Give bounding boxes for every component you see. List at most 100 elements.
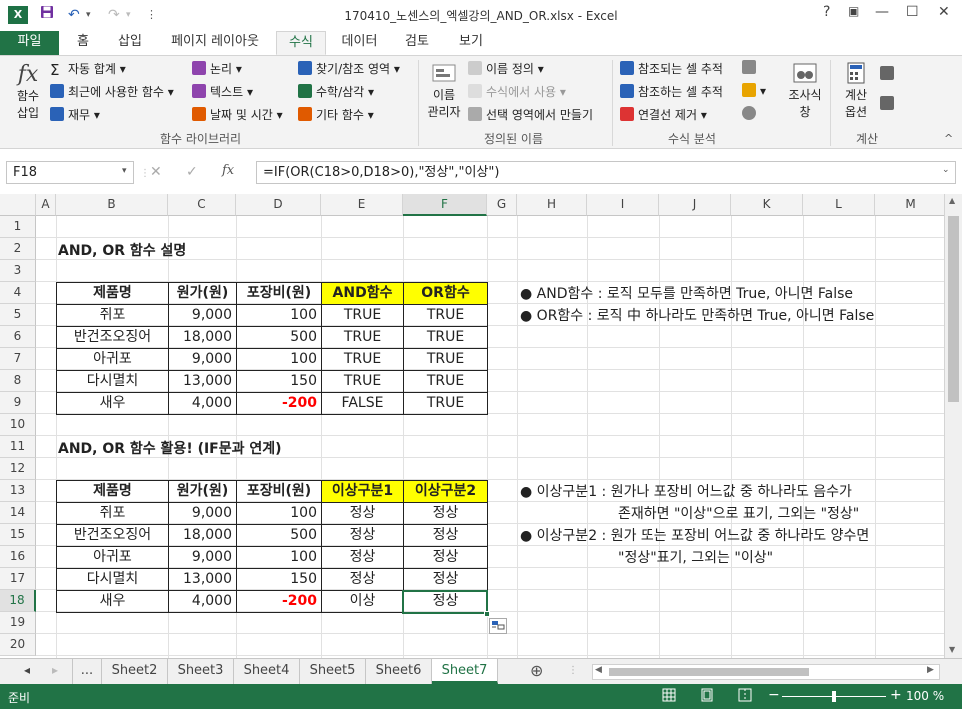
column-header-m[interactable]: M [875,194,944,216]
sheet-tab-5[interactable]: Sheet5 [300,659,366,684]
trace-precedents-button[interactable]: 참조되는 셀 추적 [620,60,723,77]
row-header-20[interactable]: 20 [0,634,36,656]
row-header-7[interactable]: 7 [0,348,36,370]
table-cell[interactable]: 새우 [56,590,169,613]
column-header-a[interactable]: A [36,194,56,216]
column-header-k[interactable]: K [731,194,803,216]
autosum-button[interactable]: Σ 자동 합계 ▾ [50,60,126,79]
tab-split-icon[interactable]: ⋮ [568,665,578,676]
insert-function-button[interactable]: fx 함수 삽입 [8,62,48,121]
add-sheet-icon[interactable]: ⊕ [530,661,543,680]
formula-input[interactable]: =IF(OR(C18>0,D18>0),"정상","이상") [256,161,956,184]
sheet-tab-more[interactable]: ... [72,659,102,684]
row-header-1[interactable]: 1 [0,216,36,238]
tab-formulas[interactable]: 수식 [276,31,326,55]
column-header-b[interactable]: B [56,194,168,216]
table-cell[interactable]: TRUE [403,326,488,349]
table-cell[interactable]: 다시멸치 [56,370,169,393]
row-header-11[interactable]: 11 [0,436,36,458]
row-header-17[interactable]: 17 [0,568,36,590]
sheet-tab-7[interactable]: Sheet7 [432,659,498,684]
scroll-right-icon[interactable]: ▶ [927,665,934,675]
tab-view[interactable]: 보기 [448,31,494,55]
cancel-icon[interactable]: ✕ [150,164,162,180]
row-header-3[interactable]: 3 [0,260,36,282]
table-cell[interactable]: -200 [236,392,322,415]
table-cell[interactable]: 아귀포 [56,348,169,371]
table-cell[interactable]: 500 [236,326,322,349]
tab-file[interactable]: 파일 [0,31,59,55]
table-cell[interactable]: 100 [236,304,322,327]
scroll-thumb[interactable] [948,216,959,402]
row-header-15[interactable]: 15 [0,524,36,546]
sheet-tab-6[interactable]: Sheet6 [366,659,432,684]
table-cell[interactable]: 반건조오징어 [56,524,169,547]
page-break-view-icon[interactable] [738,688,752,705]
expand-formula-bar-icon[interactable]: ⌄ [942,165,950,175]
column-header-l[interactable]: L [803,194,875,216]
table-cell[interactable]: 쥐포 [56,502,169,525]
scroll-left-icon[interactable]: ◀ [595,665,602,675]
row-header-2[interactable]: 2 [0,238,36,260]
sheet-tab-3[interactable]: Sheet3 [168,659,234,684]
table-cell[interactable]: 쥐포 [56,304,169,327]
row-header-12[interactable]: 12 [0,458,36,480]
sheet-prev-icon[interactable]: ◂ [24,663,30,677]
column-header-e[interactable]: E [321,194,403,216]
logical-button[interactable]: 논리 ▾ [192,60,242,77]
close-button[interactable]: ✕ [938,4,950,20]
tab-home[interactable]: 홈 [64,31,102,55]
zoom-out-button[interactable]: − [768,687,780,703]
table-cell[interactable]: 13,000 [168,370,237,393]
row-header-6[interactable]: 6 [0,326,36,348]
datetime-button[interactable]: 날짜 및 시간 ▾ [192,106,283,123]
column-header-j[interactable]: J [659,194,731,216]
column-header-h[interactable]: H [517,194,587,216]
calculation-options-button[interactable]: 계산 옵션 [836,62,876,120]
table-cell[interactable]: 100 [236,546,322,569]
h-scroll-thumb[interactable] [609,668,809,676]
table-cell[interactable]: 150 [236,370,322,393]
ribbon-display-icon[interactable]: ▣ [848,4,859,18]
zoom-slider-thumb[interactable] [832,691,836,702]
select-all-corner[interactable] [0,194,36,216]
show-formulas-icon[interactable] [742,60,760,75]
table-cell[interactable]: TRUE [403,370,488,393]
recent-functions-button[interactable]: 최근에 사용한 함수 ▾ [50,83,174,100]
table-cell[interactable]: 9,000 [168,502,237,525]
normal-view-icon[interactable] [662,688,676,705]
table-cell[interactable]: -200 [236,590,322,613]
insert-function-icon[interactable]: fx [222,163,234,178]
table-cell[interactable]: 13,000 [168,568,237,591]
watch-window-button[interactable]: 조사식 창 [784,62,826,120]
vertical-scrollbar[interactable]: ▲ ▼ [944,194,962,658]
calculate-sheet-icon[interactable] [880,96,898,111]
error-checking-icon[interactable]: ▾ [742,83,766,98]
table-cell[interactable]: 새우 [56,392,169,415]
row-header-13[interactable]: 13 [0,480,36,502]
name-manager-button[interactable]: 이름 관리자 [424,62,464,120]
fill-handle[interactable] [484,611,490,617]
table-cell[interactable]: 18,000 [168,326,237,349]
math-button[interactable]: 수학/삼각 ▾ [298,83,374,100]
tab-page-layout[interactable]: 페이지 레이아웃 [160,31,270,55]
table-cell[interactable]: TRUE [403,348,488,371]
row-header-10[interactable]: 10 [0,414,36,436]
table-cell[interactable]: FALSE [321,392,404,415]
table-cell[interactable]: 4,000 [168,392,237,415]
worksheet-grid[interactable]: A B C D E F G H I J K L M 1 2 3 4 5 6 7 8 9 10 11 1… [0,194,944,658]
enter-icon[interactable]: ✓ [186,164,198,180]
tab-data[interactable]: 데이터 [332,31,387,55]
page-layout-view-icon[interactable] [700,688,714,705]
financial-button[interactable]: 재무 ▾ [50,106,100,123]
table-cell[interactable]: TRUE [321,370,404,393]
define-name-button[interactable]: 이름 정의 ▾ [468,60,544,77]
sheet-next-icon[interactable]: ▸ [52,663,58,677]
table-cell[interactable]: 150 [236,568,322,591]
table-cell[interactable]: 아귀포 [56,546,169,569]
row-header-19[interactable]: 19 [0,612,36,634]
row-header-5[interactable]: 5 [0,304,36,326]
sheet-tab-2[interactable]: Sheet2 [102,659,168,684]
table-cell[interactable]: 반건조오징어 [56,326,169,349]
calculate-now-icon[interactable] [880,66,898,81]
